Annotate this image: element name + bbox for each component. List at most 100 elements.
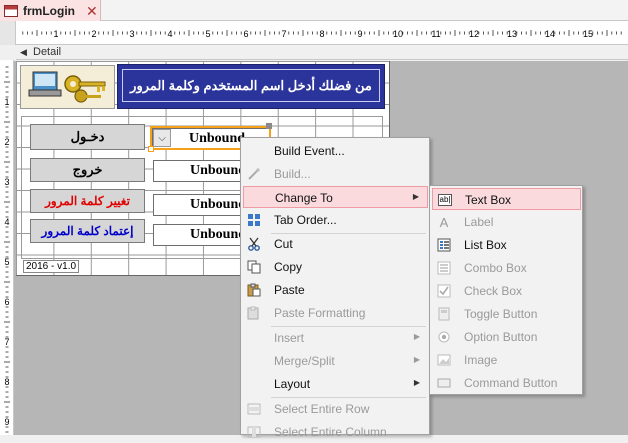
- submenu-item-combo-box[interactable]: Combo Box: [432, 257, 581, 279]
- submenu-arrow-icon: ▶: [413, 378, 420, 387]
- submenu-item-label: Image: [464, 353, 498, 367]
- menu-item-label: Select Entire Row: [274, 402, 370, 416]
- submenu-arrow-icon: ▶: [413, 355, 420, 364]
- menu-item-label: Layout: [274, 377, 311, 391]
- collapse-arrow-icon: ◀: [20, 47, 27, 57]
- ruler-number: 5: [205, 29, 210, 39]
- menu-item-change-to[interactable]: Change To ▶: [243, 186, 428, 208]
- tab-frmlogin[interactable]: frmLogin ✕: [0, 0, 101, 21]
- menu-item-label: Paste Formatting: [274, 306, 366, 320]
- ruler-number: 2: [91, 29, 96, 39]
- menu-item-select-entire-row[interactable]: Select Entire Row: [243, 398, 428, 420]
- submenu-item-option-button[interactable]: Option Button: [432, 326, 581, 348]
- ruler-number: 14: [545, 29, 555, 39]
- move-handle[interactable]: [266, 123, 272, 129]
- menu-item-merge-split[interactable]: Merge/Split ▶: [243, 350, 428, 372]
- submenu-item-label: Text Box: [465, 193, 512, 207]
- submenu-item-command-button[interactable]: Command Button: [432, 372, 581, 394]
- menu-item-label: Select Entire Column: [274, 425, 387, 439]
- form-icon: [4, 4, 18, 17]
- submenu-item-label: Combo Box: [464, 261, 527, 275]
- menu-item-copy[interactable]: Copy: [243, 256, 428, 278]
- submenu-item-text-box[interactable]: ab| Text Box: [432, 188, 581, 210]
- menu-item-label: Change To: [275, 191, 333, 205]
- menu-item-label: Merge/Split: [274, 354, 335, 368]
- version-label[interactable]: 2016 - v1.0: [23, 260, 79, 273]
- label-glyph: A: [439, 214, 449, 230]
- close-icon[interactable]: ✕: [86, 4, 98, 18]
- select-row-icon: [246, 401, 262, 417]
- ruler-number: 9: [4, 417, 9, 427]
- image-icon: [436, 352, 452, 368]
- menu-item-layout[interactable]: Layout ▶: [243, 373, 428, 395]
- ruler-number: 7: [4, 337, 9, 347]
- combo-box-icon: [436, 260, 452, 276]
- menu-item-label: Insert: [274, 331, 305, 345]
- ruler-ticks: 1 2 3 4 5 6 7 8 9 10 11 12 13 14 15: [22, 29, 622, 39]
- submenu-item-label: Command Button: [464, 376, 558, 390]
- menu-item-label: Paste: [274, 283, 305, 297]
- change-password-button[interactable]: تغيير كلمة المرور: [30, 189, 145, 213]
- submenu-item-check-box[interactable]: Check Box: [432, 280, 581, 302]
- login-button[interactable]: دخـول: [30, 124, 145, 150]
- vertical-ruler: 1 2 3 4 5 6 7 8 9: [0, 60, 14, 435]
- menu-item-insert[interactable]: Insert ▶: [243, 327, 428, 349]
- document-tab-bar: frmLogin ✕: [0, 0, 628, 21]
- new-password-field[interactable]: Unbound: [153, 194, 246, 216]
- menu-item-paste[interactable]: Paste: [243, 279, 428, 301]
- ruler-number: 15: [583, 29, 593, 39]
- menu-item-label: Build Event...: [274, 144, 345, 158]
- logo-image[interactable]: [20, 65, 115, 109]
- submenu-item-label: Toggle Button: [464, 307, 538, 321]
- submenu-item-label: Option Button: [464, 330, 538, 344]
- menu-item-build-event[interactable]: Build Event...: [243, 140, 428, 162]
- build-event-icon: [246, 143, 262, 159]
- context-menu: Build Event... Build... Change To ▶ Tab …: [240, 137, 430, 439]
- resize-handle[interactable]: [148, 146, 154, 152]
- ruler-number: 9: [357, 29, 362, 39]
- submenu-item-label-control[interactable]: A Label: [432, 211, 581, 233]
- confirm-password-field[interactable]: Unbound: [153, 224, 246, 246]
- paste-icon: [246, 282, 262, 298]
- tab-order-icon: [246, 212, 262, 228]
- copy-icon: [246, 259, 262, 275]
- menu-item-label: Cut: [274, 237, 293, 251]
- text-box-glyph: ab|: [437, 194, 453, 206]
- submenu-item-label: Label: [464, 215, 494, 229]
- option-button-icon: [436, 329, 452, 345]
- submenu-item-label: List Box: [464, 238, 507, 252]
- ruler-number: 5: [4, 257, 9, 267]
- password-field[interactable]: Unbound: [153, 160, 246, 182]
- text-box-icon: ab|: [437, 192, 453, 208]
- ruler-number: 4: [167, 29, 172, 39]
- confirm-password-button[interactable]: إعتماد كلمة المرور: [30, 219, 145, 243]
- detail-section-bar[interactable]: ◀ Detail: [16, 46, 628, 60]
- submenu-arrow-icon: ▶: [412, 192, 419, 201]
- menu-item-cut[interactable]: Cut: [243, 233, 428, 255]
- change-to-submenu: ab| Text Box A Label List Box Combo Box …: [429, 185, 583, 395]
- menu-item-paste-formatting[interactable]: Paste Formatting: [243, 302, 428, 324]
- menu-item-label: Build...: [274, 167, 311, 181]
- submenu-item-label: Check Box: [464, 284, 523, 298]
- paste-formatting-icon: [246, 305, 262, 321]
- menu-item-build[interactable]: Build...: [243, 163, 428, 185]
- banner-text: من فضلك أدخل اسم المستخدم وكلمة المرور: [122, 69, 380, 102]
- wand-icon: [246, 166, 262, 182]
- command-button-icon: [436, 375, 452, 391]
- menu-item-select-entire-column[interactable]: Select Entire Column: [243, 421, 428, 443]
- menu-item-tab-order[interactable]: Tab Order...: [243, 209, 428, 231]
- submenu-item-list-box[interactable]: List Box: [432, 234, 581, 256]
- horizontal-ruler: 1 2 3 4 5 6 7 8 9 10 11 12 13 14 15: [0, 21, 628, 45]
- check-box-icon: [436, 283, 452, 299]
- instruction-banner[interactable]: من فضلك أدخل اسم المستخدم وكلمة المرور: [117, 64, 385, 109]
- tab-label: frmLogin: [23, 3, 75, 18]
- ruler-number: 6: [243, 29, 248, 39]
- exit-button[interactable]: خروج: [30, 158, 145, 182]
- submenu-item-image[interactable]: Image: [432, 349, 581, 371]
- toggle-button-icon: [436, 306, 452, 322]
- submenu-arrow-icon: ▶: [413, 332, 420, 341]
- submenu-item-toggle-button[interactable]: Toggle Button: [432, 303, 581, 325]
- ruler-number: 11: [431, 29, 440, 39]
- ruler-number: 8: [319, 29, 324, 39]
- scissors-icon: [246, 236, 262, 252]
